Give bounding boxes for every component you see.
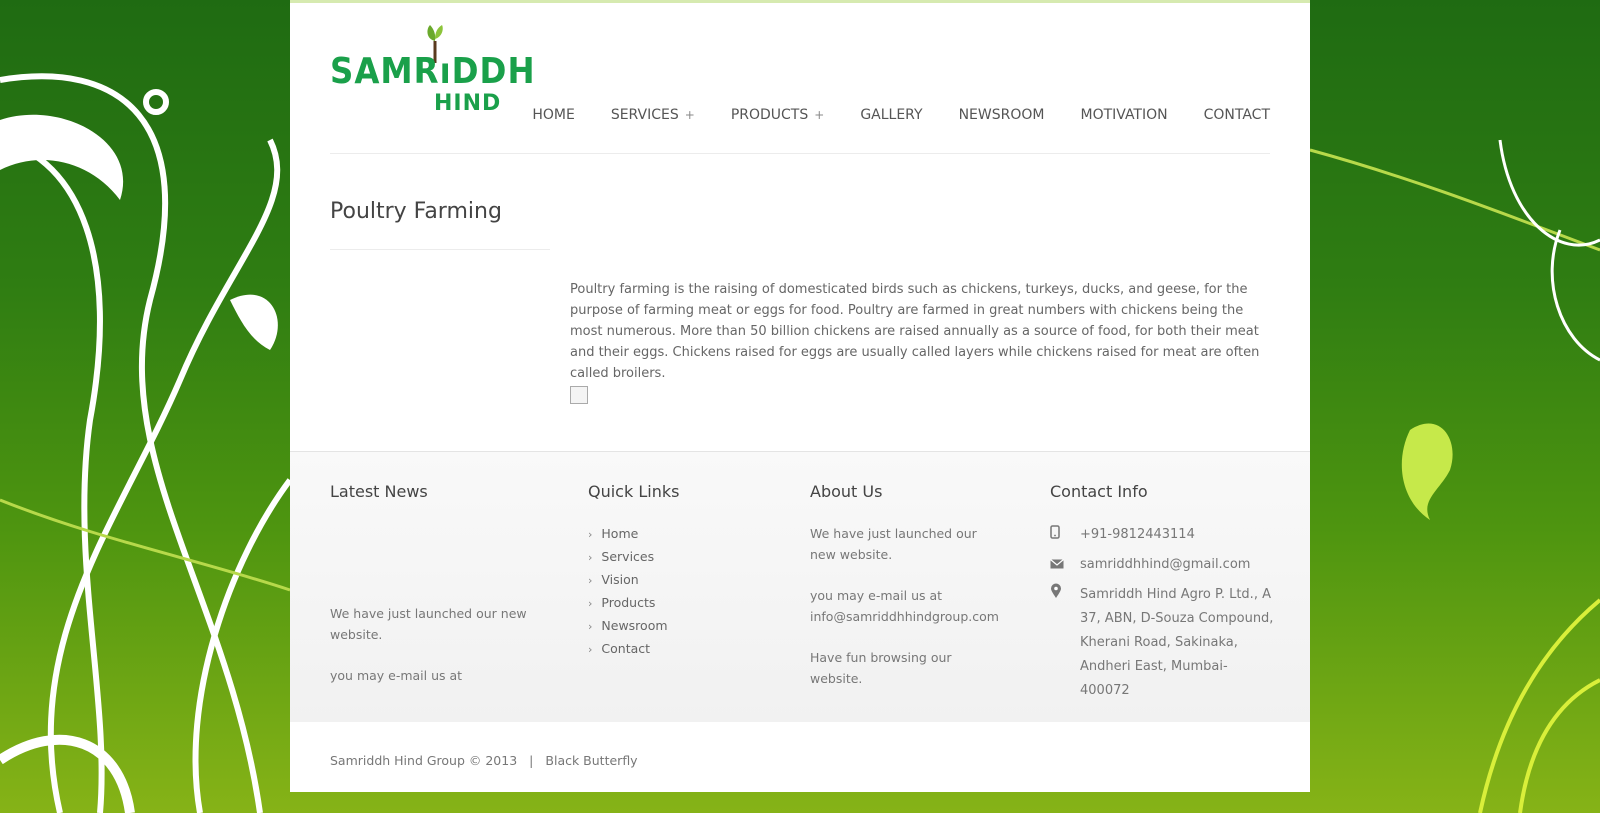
title-divider	[330, 249, 550, 250]
contact-info-heading: Contact Info	[1050, 482, 1148, 501]
copyright-bar: Samriddh Hind Group © 2013 | Black Butterf…	[330, 753, 638, 768]
chevron-right-icon: ›	[588, 574, 593, 587]
chevron-right-icon: ›	[588, 620, 593, 633]
page-body-text: Poultry farming is the raising of domest…	[570, 282, 1260, 381]
latest-news-text-1: We have just launched our new website.	[330, 606, 527, 642]
footer-about-us: About Us We have just launched our new w…	[810, 482, 1000, 689]
about-text-3: Have fun browsing our website.	[810, 650, 952, 686]
quick-link-home[interactable]: › Home	[588, 523, 768, 546]
footer-quick-links: Quick Links › Home › Services › Vision › Pro…	[588, 482, 768, 661]
quick-links-list: › Home › Services › Vision › Products › Newsr…	[588, 523, 768, 661]
footer-latest-news: Latest News We have just launched our ne…	[330, 482, 530, 686]
about-text-1: We have just launched our new website.	[810, 526, 977, 562]
nav-contact[interactable]: CONTACT	[1204, 107, 1270, 123]
quick-links-heading: Quick Links	[588, 482, 680, 501]
nav-products[interactable]: PRODUCTS +	[731, 107, 825, 123]
footer-separator: |	[529, 753, 534, 768]
quick-link-products[interactable]: › Products	[588, 592, 768, 615]
nav-home[interactable]: HOME	[532, 107, 574, 123]
chevron-right-icon: ›	[588, 597, 593, 610]
logo-line-2: HIND	[434, 91, 502, 116]
contact-phone: +91-9812443114	[1050, 523, 1280, 547]
about-text-2: you may e-mail us at info@samriddhhindgr…	[810, 588, 999, 624]
quick-link-services[interactable]: › Services	[588, 546, 768, 569]
quick-link-contact[interactable]: › Contact	[588, 638, 768, 661]
nav-gallery[interactable]: GALLERY	[860, 107, 922, 123]
chevron-right-icon: ›	[588, 643, 593, 656]
credit-link[interactable]: Black Butterfly	[545, 753, 637, 768]
page-title: Poultry Farming	[330, 199, 502, 224]
chevron-right-icon: ›	[588, 551, 593, 564]
logo-line-1: SAMRıDDH	[330, 51, 536, 92]
page-container: SAMRıDDH HIND HOME SERVICES + PRODUCTS + G…	[290, 0, 1310, 792]
footer-contact-info: Contact Info +91-9812443114 samriddhhind…	[1050, 482, 1280, 709]
latest-news-heading: Latest News	[330, 482, 428, 501]
mobile-phone-icon	[1050, 523, 1080, 547]
header-divider	[330, 153, 1270, 154]
site-logo[interactable]: SAMRıDDH HIND	[330, 23, 535, 119]
contact-email: samriddhhind@gmail.com	[1050, 553, 1280, 577]
main-nav: HOME SERVICES + PRODUCTS + GALLERY NEWSROO…	[496, 107, 1270, 123]
envelope-icon	[1050, 553, 1080, 577]
about-us-heading: About Us	[810, 482, 883, 501]
broken-image-icon	[570, 386, 588, 404]
chevron-right-icon: ›	[588, 528, 593, 541]
nav-motivation[interactable]: MOTIVATION	[1080, 107, 1167, 123]
nav-newsroom[interactable]: NEWSROOM	[959, 107, 1045, 123]
plus-icon: +	[684, 108, 695, 122]
contact-address: Samriddh Hind Agro P. Ltd., A 37, ABN, D…	[1050, 583, 1280, 703]
quick-link-vision[interactable]: › Vision	[588, 569, 768, 592]
nav-services[interactable]: SERVICES +	[611, 107, 695, 123]
map-pin-icon	[1050, 583, 1080, 607]
plus-icon: +	[814, 108, 825, 122]
quick-link-newsroom[interactable]: › Newsroom	[588, 615, 768, 638]
copyright-text: Samriddh Hind Group © 2013	[330, 753, 518, 768]
latest-news-text-2: you may e-mail us at	[330, 668, 463, 683]
footer: Latest News We have just launched our ne…	[290, 451, 1310, 722]
